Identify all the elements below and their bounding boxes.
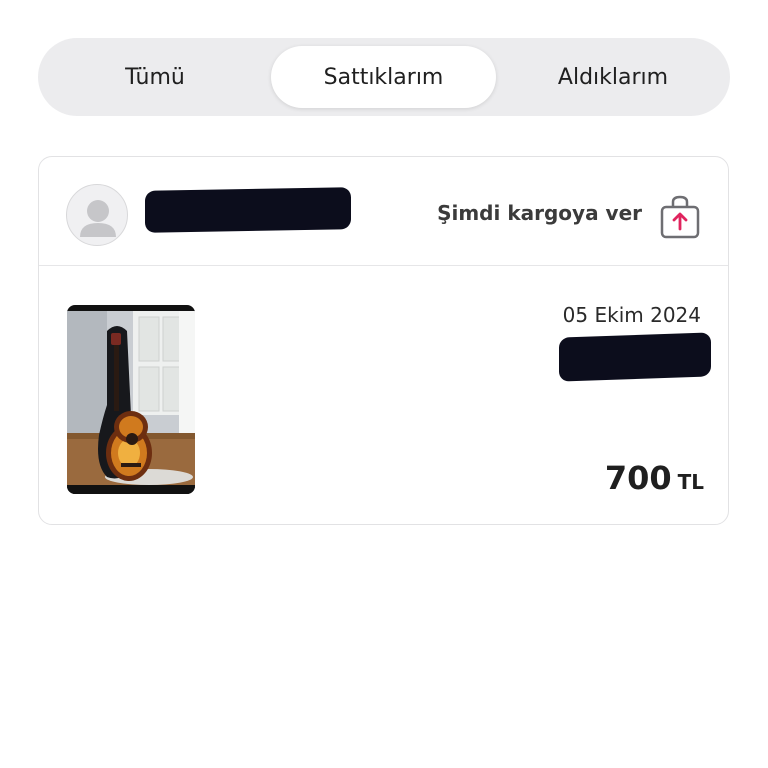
- guitar-product-photo: [67, 305, 195, 494]
- buyer-avatar[interactable]: [66, 184, 128, 246]
- orders-segmented-control: Tümü Sattıklarım Aldıklarım: [38, 38, 730, 116]
- orders-page: Tümü Sattıklarım Aldıklarım Şimdi kargoy…: [0, 0, 768, 768]
- order-card-header: Şimdi kargoya ver: [39, 157, 728, 266]
- shipping-box-arrow-up-icon[interactable]: [658, 193, 702, 241]
- product-image[interactable]: [67, 305, 195, 494]
- redacted-username: [145, 187, 351, 233]
- order-date: 05 Ekim 2024: [562, 303, 701, 327]
- order-price: 700 TL: [605, 459, 704, 497]
- price-currency: TL: [677, 470, 704, 494]
- redacted-order-detail: [559, 332, 711, 382]
- default-user-icon: [80, 200, 116, 237]
- tab-bought[interactable]: Aldıklarım: [496, 46, 730, 108]
- ship-now-link[interactable]: Şimdi kargoya ver: [437, 201, 642, 225]
- price-amount: 700: [604, 459, 672, 497]
- order-card[interactable]: Şimdi kargoya ver 05 Ekim 2024 700 TL: [38, 156, 729, 525]
- tab-all[interactable]: Tümü: [38, 46, 272, 108]
- tab-sold[interactable]: Sattıklarım: [271, 46, 496, 108]
